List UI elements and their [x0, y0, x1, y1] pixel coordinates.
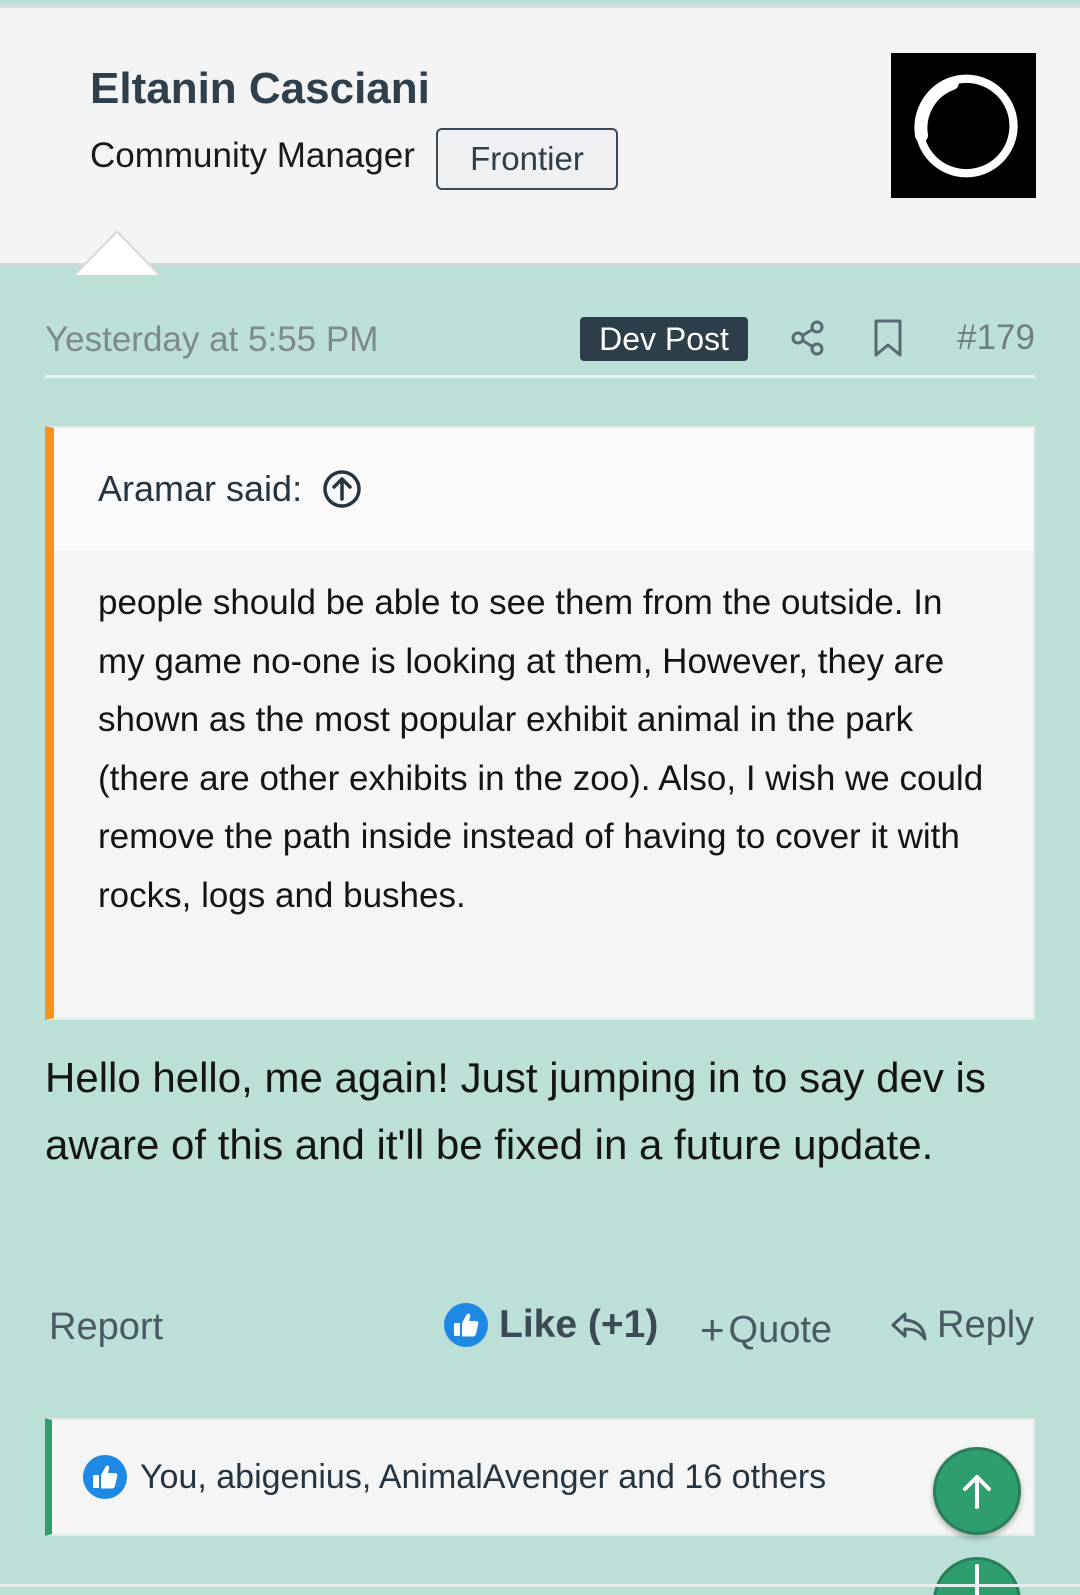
like-label: Like (+1)	[499, 1303, 659, 1346]
quote-label: Quote	[728, 1308, 833, 1351]
user-header: Eltanin Casciani Community Manager Front…	[0, 8, 1080, 275]
reply-button[interactable]: Reply	[889, 1304, 1034, 1347]
username[interactable]: Eltanin Casciani	[90, 64, 430, 114]
report-button[interactable]: Report	[49, 1306, 163, 1349]
user-badge: Frontier	[436, 128, 618, 190]
plus-icon: +	[700, 1306, 725, 1353]
quote-button[interactable]: + Quote	[700, 1306, 832, 1354]
quote-text: people should be able to see them from t…	[98, 583, 984, 915]
post-timestamp[interactable]: Yesterday at 5:55 PM	[45, 320, 378, 360]
share-icon[interactable]	[788, 318, 828, 358]
quote-block: Aramar said: people should be able to se…	[45, 426, 1035, 1020]
arrow-down-icon	[975, 1564, 979, 1595]
avatar[interactable]	[891, 53, 1036, 198]
scroll-to-bottom-button[interactable]	[933, 1557, 1021, 1595]
reactions-bar[interactable]: You, abigenius, AnimalAvenger and 16 oth…	[45, 1418, 1035, 1536]
arrow-up-circle-icon[interactable]	[322, 469, 362, 509]
header-pointer	[74, 230, 160, 275]
post-number[interactable]: #179	[957, 318, 1035, 358]
scroll-to-top-button[interactable]	[933, 1447, 1021, 1535]
thumbs-up-icon	[444, 1303, 488, 1347]
quote-author: Aramar said:	[98, 468, 303, 509]
thumbs-up-icon	[83, 1455, 127, 1499]
like-button[interactable]: Like (+1)	[443, 1302, 658, 1348]
reactions-text[interactable]: You, abigenius, AnimalAvenger and 16 oth…	[140, 1458, 826, 1497]
frontier-logo-icon	[913, 74, 1018, 177]
reply-icon	[891, 1312, 927, 1340]
arrow-up-icon	[963, 1475, 991, 1509]
bottom-divider	[0, 1584, 1080, 1587]
dev-post-badge: Dev Post	[580, 317, 748, 361]
user-title: Community Manager	[90, 136, 415, 175]
bookmark-icon[interactable]	[870, 318, 906, 358]
reply-label: Reply	[937, 1304, 1035, 1346]
post-meta: Yesterday at 5:55 PM Dev Post #179	[45, 312, 1035, 378]
quote-header: Aramar said:	[54, 428, 1033, 550]
post-body: Hello hello, me again! Just jumping in t…	[45, 1054, 986, 1168]
post-actions: Report Like (+1) + Quote Reply	[45, 1300, 1035, 1360]
